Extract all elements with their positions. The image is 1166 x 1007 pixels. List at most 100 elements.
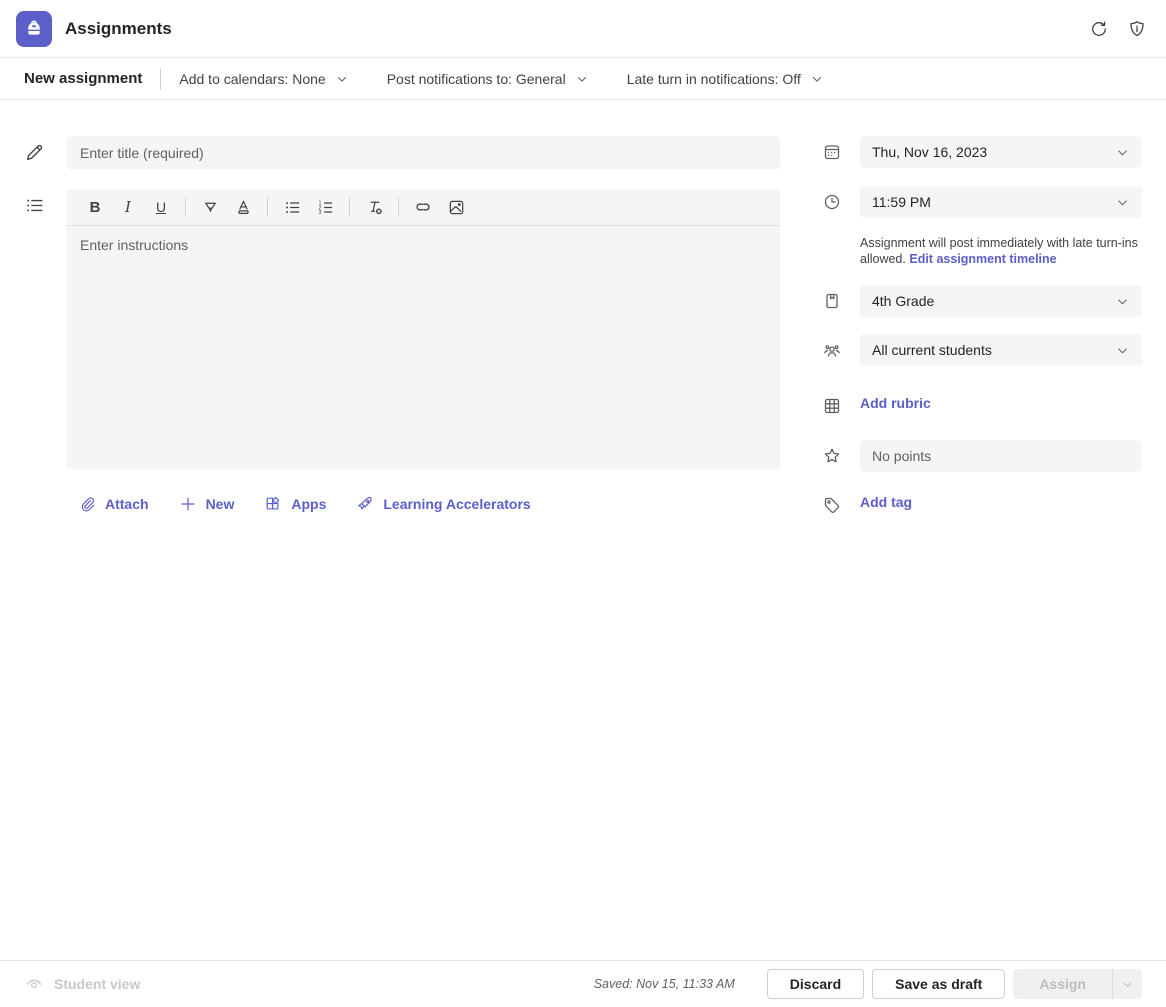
rubric-grid-icon [822,390,860,416]
students-dropdown[interactable]: All current students [860,334,1142,366]
header-actions [1088,18,1148,40]
chevron-down-icon [1115,195,1130,210]
divider [349,197,350,217]
bold-button[interactable]: B [80,193,110,221]
saved-status: Saved: Nov 15, 11:33 AM [594,977,735,991]
menu-post-notifications[interactable]: Post notifications to: General [387,71,589,87]
chevron-down-icon [335,72,349,86]
apps-grid-icon [264,495,282,513]
chevron-down-icon [1115,145,1130,160]
plus-icon [179,495,197,513]
instructions-editor: B I U [66,189,780,469]
students-row: All current students [822,334,1142,366]
svg-text:3: 3 [318,210,321,216]
underline-glyph: U [156,199,166,215]
menu-label: Late turn in notifications: Off [627,71,801,87]
chevron-down-icon [1115,294,1130,309]
pencil-icon [24,136,66,169]
menu-label: Add to calendars: None [179,71,325,87]
star-icon [822,440,860,466]
attach-label: Attach [105,496,149,512]
refresh-icon[interactable] [1088,18,1110,40]
divider [267,197,268,217]
italic-glyph: I [125,198,131,216]
italic-button[interactable]: I [113,193,143,221]
discard-button[interactable]: Discard [767,969,864,999]
paperclip-icon [78,495,96,513]
tab-new-assignment[interactable]: New assignment [24,70,142,87]
points-row [822,440,1142,472]
clear-formatting-icon[interactable] [359,193,389,221]
bold-glyph: B [90,199,101,216]
due-time-row: 11:59 PM [822,186,1142,218]
bullet-list-icon[interactable] [277,193,307,221]
main-content: B I U [0,100,1166,136]
people-icon [822,334,860,360]
due-date-value: Thu, Nov 16, 2023 [872,144,1115,160]
timeline-note: Assignment will post immediately with la… [860,235,1142,267]
assign-split-button: Assign [1013,969,1142,999]
student-view-label: Student view [54,976,140,992]
assignment-details-sidebar: Thu, Nov 16, 2023 11:59 PM [822,136,1142,515]
attach-button[interactable]: Attach [78,495,149,513]
points-input[interactable] [860,440,1142,472]
students-value: All current students [872,342,1115,358]
insert-image-icon[interactable] [441,193,471,221]
calendar-icon [822,136,860,162]
assign-button[interactable]: Assign [1013,969,1113,999]
instructions-input[interactable]: Enter instructions [66,226,780,469]
new-button[interactable]: New [179,495,235,513]
attachment-actions: Attach New [78,495,780,513]
underline-button[interactable]: U [146,193,176,221]
title-input[interactable] [66,136,780,169]
tag-icon [822,489,860,515]
assignments-app: Assignments New assignment Add to calend… [0,0,1166,1007]
chevron-down-icon [810,72,824,86]
instructions-placeholder: Enter instructions [80,237,766,253]
menu-label: Post notifications to: General [387,71,566,87]
class-value: 4th Grade [872,293,1115,309]
app-header: Assignments [0,0,1166,57]
divider [160,68,161,90]
eye-icon [24,974,44,994]
instructions-list-icon [24,189,66,469]
edit-timeline-link[interactable]: Edit assignment timeline [909,252,1056,266]
tag-row: Add tag [822,489,1142,515]
rocket-icon [356,495,374,513]
class-row: 4th Grade [822,285,1142,317]
assign-options-chevron[interactable] [1113,969,1142,999]
due-time-value: 11:59 PM [872,194,1115,210]
student-view-button[interactable]: Student view [24,974,140,994]
divider [185,197,186,217]
assignment-form: B I U [24,136,780,513]
link-icon[interactable] [408,193,438,221]
footer-actions: Saved: Nov 15, 11:33 AM Discard Save as … [594,969,1142,999]
due-time-dropdown[interactable]: 11:59 PM [860,186,1142,218]
footer-bar: Student view Saved: Nov 15, 11:33 AM Dis… [0,960,1166,1007]
page-title: Assignments [65,19,172,39]
shield-icon[interactable] [1126,18,1148,40]
class-dropdown[interactable]: 4th Grade [860,285,1142,317]
add-rubric-link[interactable]: Add rubric [860,390,931,411]
new-label: New [206,496,235,512]
divider [398,197,399,217]
due-date-row: Thu, Nov 16, 2023 [822,136,1142,168]
assignments-app-icon [16,11,52,47]
due-date-dropdown[interactable]: Thu, Nov 16, 2023 [860,136,1142,168]
numbered-list-icon[interactable]: 1 2 3 [310,193,340,221]
font-color-icon[interactable] [228,193,258,221]
menu-add-to-calendars[interactable]: Add to calendars: None [179,71,348,87]
title-row [24,136,780,169]
rubric-row: Add rubric [822,390,1142,416]
learning-accelerators-label: Learning Accelerators [383,496,530,512]
save-as-draft-button[interactable]: Save as draft [872,969,1005,999]
clock-icon [822,186,860,212]
menu-late-turn-in[interactable]: Late turn in notifications: Off [627,71,824,87]
notebook-icon [822,285,860,311]
command-bar: New assignment Add to calendars: None Po… [0,57,1166,100]
learning-accelerators-button[interactable]: Learning Accelerators [356,495,530,513]
chevron-down-icon [575,72,589,86]
add-tag-link[interactable]: Add tag [860,489,912,510]
apps-button[interactable]: Apps [264,495,326,513]
highlight-icon[interactable] [195,193,225,221]
